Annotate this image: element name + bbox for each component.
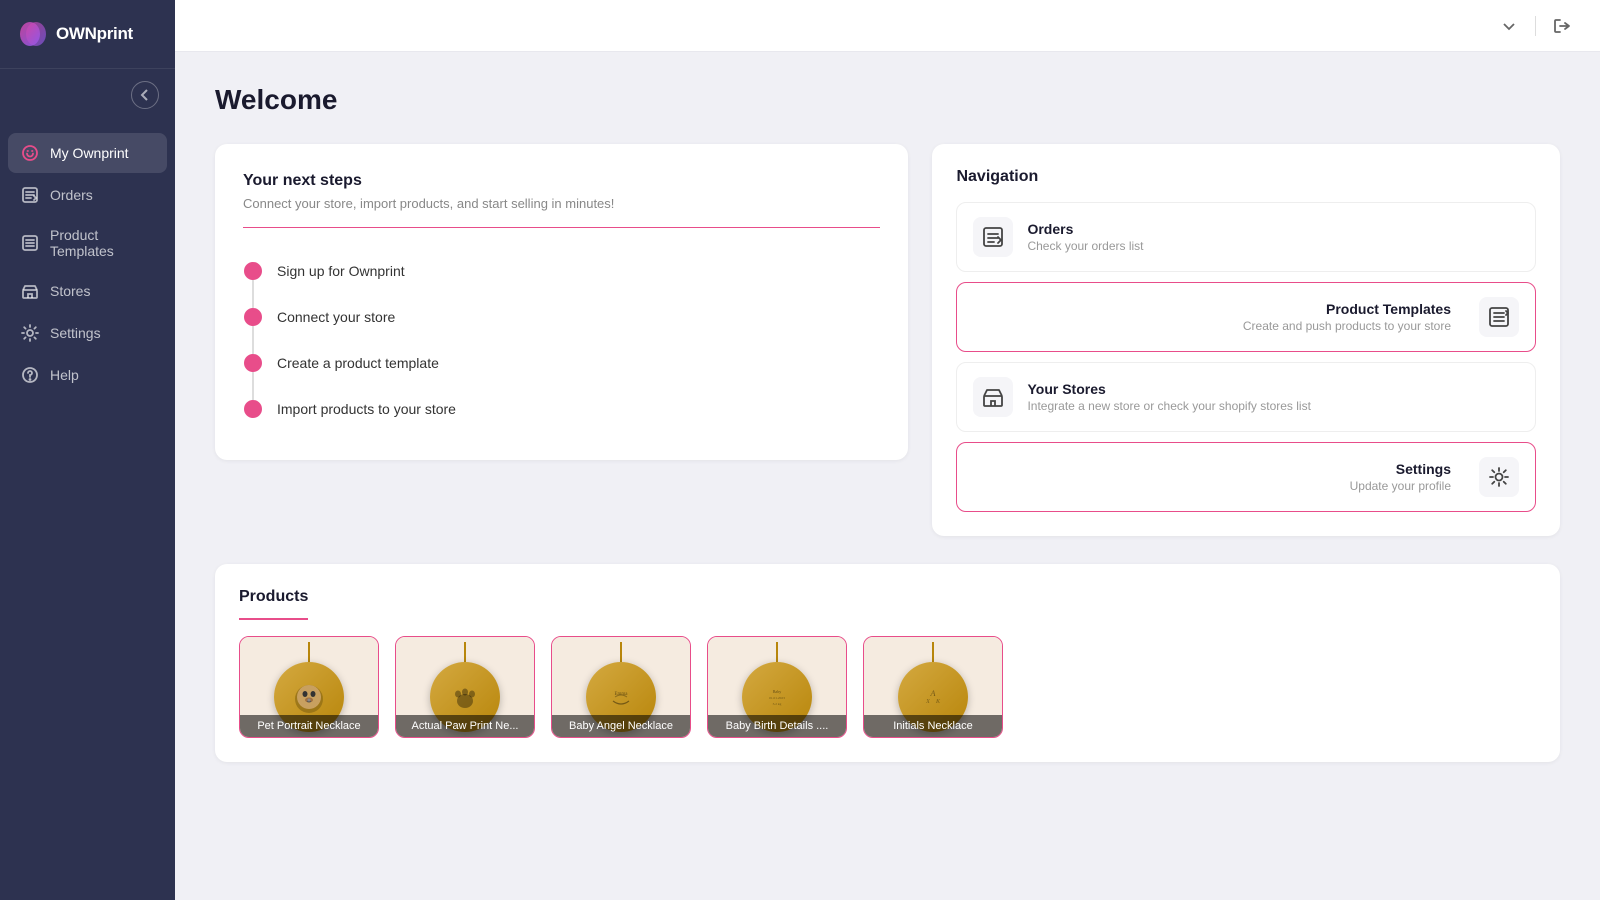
nav-card-item-stores-title: Your Stores: [1027, 381, 1310, 397]
product-label-4: Baby Birth Details ....: [708, 715, 846, 737]
settings-icon: [20, 323, 40, 343]
nav-card-item-stores-subtitle: Integrate a new store or check your shop…: [1027, 399, 1310, 413]
nav-card-item-orders-subtitle: Check your orders list: [1027, 239, 1143, 253]
sidebar-back-area: [0, 69, 175, 121]
back-button[interactable]: [131, 81, 159, 109]
product-card-4[interactable]: Baby 01.01.2023 3.2 kg Baby Birth Detail…: [707, 636, 847, 738]
step-line-2: [252, 326, 254, 354]
my-ownprint-icon: [20, 143, 40, 163]
nav-card-item-product-templates-text: Product Templates Create and push produc…: [973, 301, 1451, 333]
product-label-3: Baby Angel Necklace: [552, 715, 690, 737]
nav-card-item-settings-text: Settings Update your profile: [973, 461, 1451, 493]
nav-card-item-product-templates-icon: [1479, 297, 1519, 337]
step-dot-container-2: [243, 308, 263, 326]
product-label-2: Actual Paw Print Ne...: [396, 715, 534, 737]
step-label-4: Import products to your store: [277, 401, 456, 417]
step-label-1: Sign up for Ownprint: [277, 263, 405, 279]
step-item-2: Connect your store: [243, 294, 880, 340]
nav-card-item-settings-icon: [1479, 457, 1519, 497]
next-steps-card: Your next steps Connect your store, impo…: [215, 144, 908, 460]
svg-text:01.01.2023: 01.01.2023: [769, 696, 785, 700]
svg-text:K: K: [935, 699, 941, 705]
nav-card-item-stores-icon: [973, 377, 1013, 417]
products-grid: Pet Portrait Necklace: [239, 636, 1536, 738]
step-dot-2: [244, 308, 262, 326]
step-dot-container-3: [243, 354, 263, 372]
products-section: Products: [215, 564, 1560, 762]
sidebar-item-label-settings: Settings: [50, 325, 101, 341]
topbar: [175, 0, 1600, 52]
stores-icon: [20, 281, 40, 301]
nav-card-item-stores[interactable]: Your Stores Integrate a new store or che…: [956, 362, 1536, 432]
sidebar-item-orders[interactable]: Orders: [8, 175, 167, 215]
nav-card-item-stores-text: Your Stores Integrate a new store or che…: [1027, 381, 1310, 413]
sidebar-item-label-my-ownprint: My Ownprint: [50, 145, 129, 161]
step-label-3: Create a product template: [277, 355, 439, 371]
sidebar-item-label-stores: Stores: [50, 283, 90, 299]
step-item-3: Create a product template: [243, 340, 880, 386]
navigation-card-title: Navigation: [956, 168, 1536, 186]
step-dot-1: [244, 262, 262, 280]
nav-card-item-product-templates[interactable]: Product Templates Create and push produc…: [956, 282, 1536, 352]
step-dot-4: [244, 400, 262, 418]
products-title: Products: [239, 588, 308, 620]
help-icon: [20, 365, 40, 385]
nav-card-item-orders[interactable]: Orders Check your orders list: [956, 202, 1536, 272]
sidebar-item-label-help: Help: [50, 367, 79, 383]
content-area: Welcome Your next steps Connect your sto…: [175, 52, 1600, 900]
svg-text:Baby: Baby: [773, 689, 781, 694]
chevron-down-button[interactable]: [1495, 12, 1523, 40]
sidebar-item-my-ownprint[interactable]: My Ownprint: [8, 133, 167, 173]
product-label-5: Initials Necklace: [864, 715, 1002, 737]
sidebar-item-product-templates[interactable]: Product Templates: [8, 217, 167, 269]
navigation-card: Navigation Orders Ch: [932, 144, 1560, 536]
sidebar-item-help[interactable]: Help: [8, 355, 167, 395]
step-dot-3: [244, 354, 262, 372]
orders-icon: [20, 185, 40, 205]
nav-card-item-settings[interactable]: Settings Update your profile: [956, 442, 1536, 512]
sidebar-logo: OWNprint: [0, 0, 175, 69]
nav-card-item-orders-icon: [973, 217, 1013, 257]
product-card-1[interactable]: Pet Portrait Necklace: [239, 636, 379, 738]
page-title: Welcome: [215, 84, 1560, 116]
product-templates-icon: [20, 233, 40, 253]
svg-text:3.2 kg: 3.2 kg: [773, 702, 782, 706]
product-label-1: Pet Portrait Necklace: [240, 715, 378, 737]
navigation-card-items: Orders Check your orders list Product Te…: [956, 202, 1536, 512]
nav-card-item-orders-text: Orders Check your orders list: [1027, 221, 1143, 253]
steps-list: Sign up for Ownprint Connect your store: [243, 248, 880, 432]
svg-text:X: X: [925, 699, 930, 705]
logo-text: OWNprint: [56, 24, 133, 44]
sidebar-nav: My Ownprint Orders Product Templates: [0, 121, 175, 407]
main-content: Welcome Your next steps Connect your sto…: [175, 0, 1600, 900]
sidebar-item-stores[interactable]: Stores: [8, 271, 167, 311]
next-steps-title: Your next steps: [243, 172, 880, 190]
step-line-3: [252, 372, 254, 400]
step-item-1: Sign up for Ownprint: [243, 248, 880, 294]
nav-card-item-settings-subtitle: Update your profile: [973, 479, 1451, 493]
sidebar: OWNprint My Ownprint: [0, 0, 175, 900]
step-item-4: Import products to your store: [243, 386, 880, 432]
nav-card-item-product-templates-title: Product Templates: [973, 301, 1451, 317]
next-steps-subtitle: Connect your store, import products, and…: [243, 196, 880, 228]
step-line-1: [252, 280, 254, 308]
cards-row: Your next steps Connect your store, impo…: [215, 144, 1560, 536]
step-dot-container-4: [243, 400, 263, 418]
logout-button[interactable]: [1548, 12, 1576, 40]
logo-icon: [16, 18, 48, 50]
sidebar-item-label-orders: Orders: [50, 187, 93, 203]
sidebar-item-settings[interactable]: Settings: [8, 313, 167, 353]
product-card-3[interactable]: Emma Baby Angel Necklace: [551, 636, 691, 738]
step-dot-container-1: [243, 262, 263, 280]
step-label-2: Connect your store: [277, 309, 395, 325]
nav-card-item-product-templates-subtitle: Create and push products to your store: [973, 319, 1451, 333]
product-card-5[interactable]: A X K Initials Necklace: [863, 636, 1003, 738]
product-card-2[interactable]: Actual Paw Print Ne...: [395, 636, 535, 738]
nav-card-item-settings-title: Settings: [973, 461, 1451, 477]
svg-text:A: A: [930, 689, 936, 698]
nav-card-item-orders-title: Orders: [1027, 221, 1143, 237]
topbar-divider: [1535, 16, 1536, 36]
sidebar-item-label-product-templates: Product Templates: [50, 227, 155, 259]
